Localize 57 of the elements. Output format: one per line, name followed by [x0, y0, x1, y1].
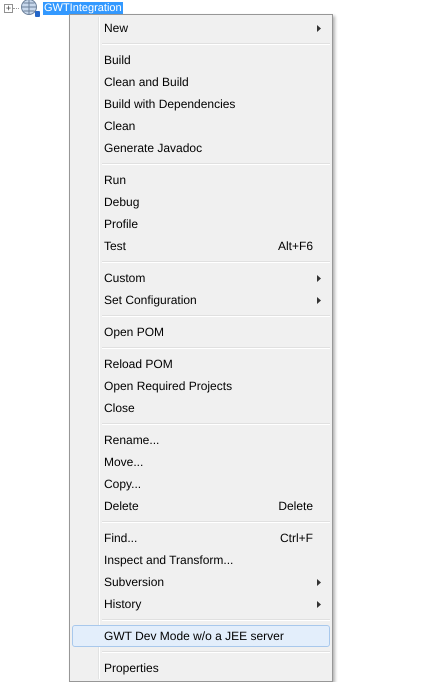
menu-item-label: Test	[104, 238, 128, 255]
menu-item[interactable]: Move...	[72, 451, 330, 473]
menu-item[interactable]: Copy...	[72, 473, 330, 495]
menu-item[interactable]: History	[72, 593, 330, 615]
menu-item-label: Delete	[104, 498, 140, 515]
menu-item-label: Move...	[104, 454, 144, 471]
menu-item-label: Rename...	[104, 432, 160, 449]
menu-item-label: Clean and Build	[104, 74, 190, 91]
menu-item[interactable]: Generate Javadoc	[72, 137, 330, 159]
menu-item[interactable]: Test Alt+F6	[72, 235, 330, 257]
menu-item-label: Profile	[104, 216, 140, 233]
menu-item-label: Build	[104, 52, 132, 69]
shortcut-label: Ctrl+F	[280, 530, 313, 547]
menu-item[interactable]: Subversion	[72, 571, 330, 593]
menu-item[interactable]: GWT Dev Mode w/o a JEE server	[72, 625, 330, 647]
menu-item[interactable]: Debug	[72, 191, 330, 213]
menu-item[interactable]: Rename...	[72, 429, 330, 451]
menu-item-label: Build with Dependencies	[104, 96, 236, 113]
menu-item[interactable]: Clean and Build	[72, 71, 330, 93]
menu-item[interactable]: Custom	[72, 267, 330, 289]
menu-item-label: Find...	[104, 530, 138, 547]
shortcut-label: Delete	[278, 498, 313, 515]
menu-item[interactable]: Run	[72, 169, 330, 191]
expand-toggle[interactable]: +	[4, 4, 13, 12]
menu-item-label: Copy...	[104, 476, 142, 493]
menu-item-label: GWT Dev Mode w/o a JEE server	[104, 628, 285, 645]
menu-item[interactable]: Inspect and Transform...	[72, 549, 330, 571]
globe-icon	[20, 0, 42, 18]
menu-item[interactable]: Properties	[72, 657, 330, 679]
menu-item-label: Clean	[104, 118, 136, 135]
menu-item-label: Set Configuration	[104, 292, 198, 309]
menu-item-label: New	[104, 20, 130, 37]
menu-item-label: Subversion	[104, 574, 166, 591]
menu-item[interactable]: Find... Ctrl+F	[72, 527, 330, 549]
menu-item-label: Properties	[104, 660, 160, 677]
menu-item[interactable]: Open POM	[72, 321, 330, 343]
menu-item-label: Reload POM	[104, 356, 174, 373]
menu-item-label: Close	[104, 400, 136, 417]
menu-item-label: Debug	[104, 194, 140, 211]
menu-item-label: Custom	[104, 270, 146, 287]
menu-item[interactable]: Clean	[72, 115, 330, 137]
menu-item-label: Run	[104, 172, 128, 189]
menu-item[interactable]: Build with Dependencies	[72, 93, 330, 115]
menu-item[interactable]: Build	[72, 49, 330, 71]
menu-item[interactable]: Open Required Projects	[72, 375, 330, 397]
menu-item-label: Open POM	[104, 324, 166, 341]
menu-item-label: History	[104, 596, 142, 613]
menu-item-label: Open Required Projects	[104, 378, 234, 395]
menu-item-label: Inspect and Transform...	[104, 552, 234, 569]
menu-item[interactable]: New	[72, 17, 330, 39]
menu-item[interactable]: Reload POM	[72, 353, 330, 375]
shortcut-label: Alt+F6	[278, 238, 313, 255]
menu-item-label: Generate Javadoc	[104, 140, 204, 157]
menu-item[interactable]: Set Configuration	[72, 289, 330, 311]
menu-item[interactable]: Profile	[72, 213, 330, 235]
menu-item[interactable]: Close	[72, 397, 330, 419]
menu-item[interactable]: Delete Delete	[72, 495, 330, 517]
